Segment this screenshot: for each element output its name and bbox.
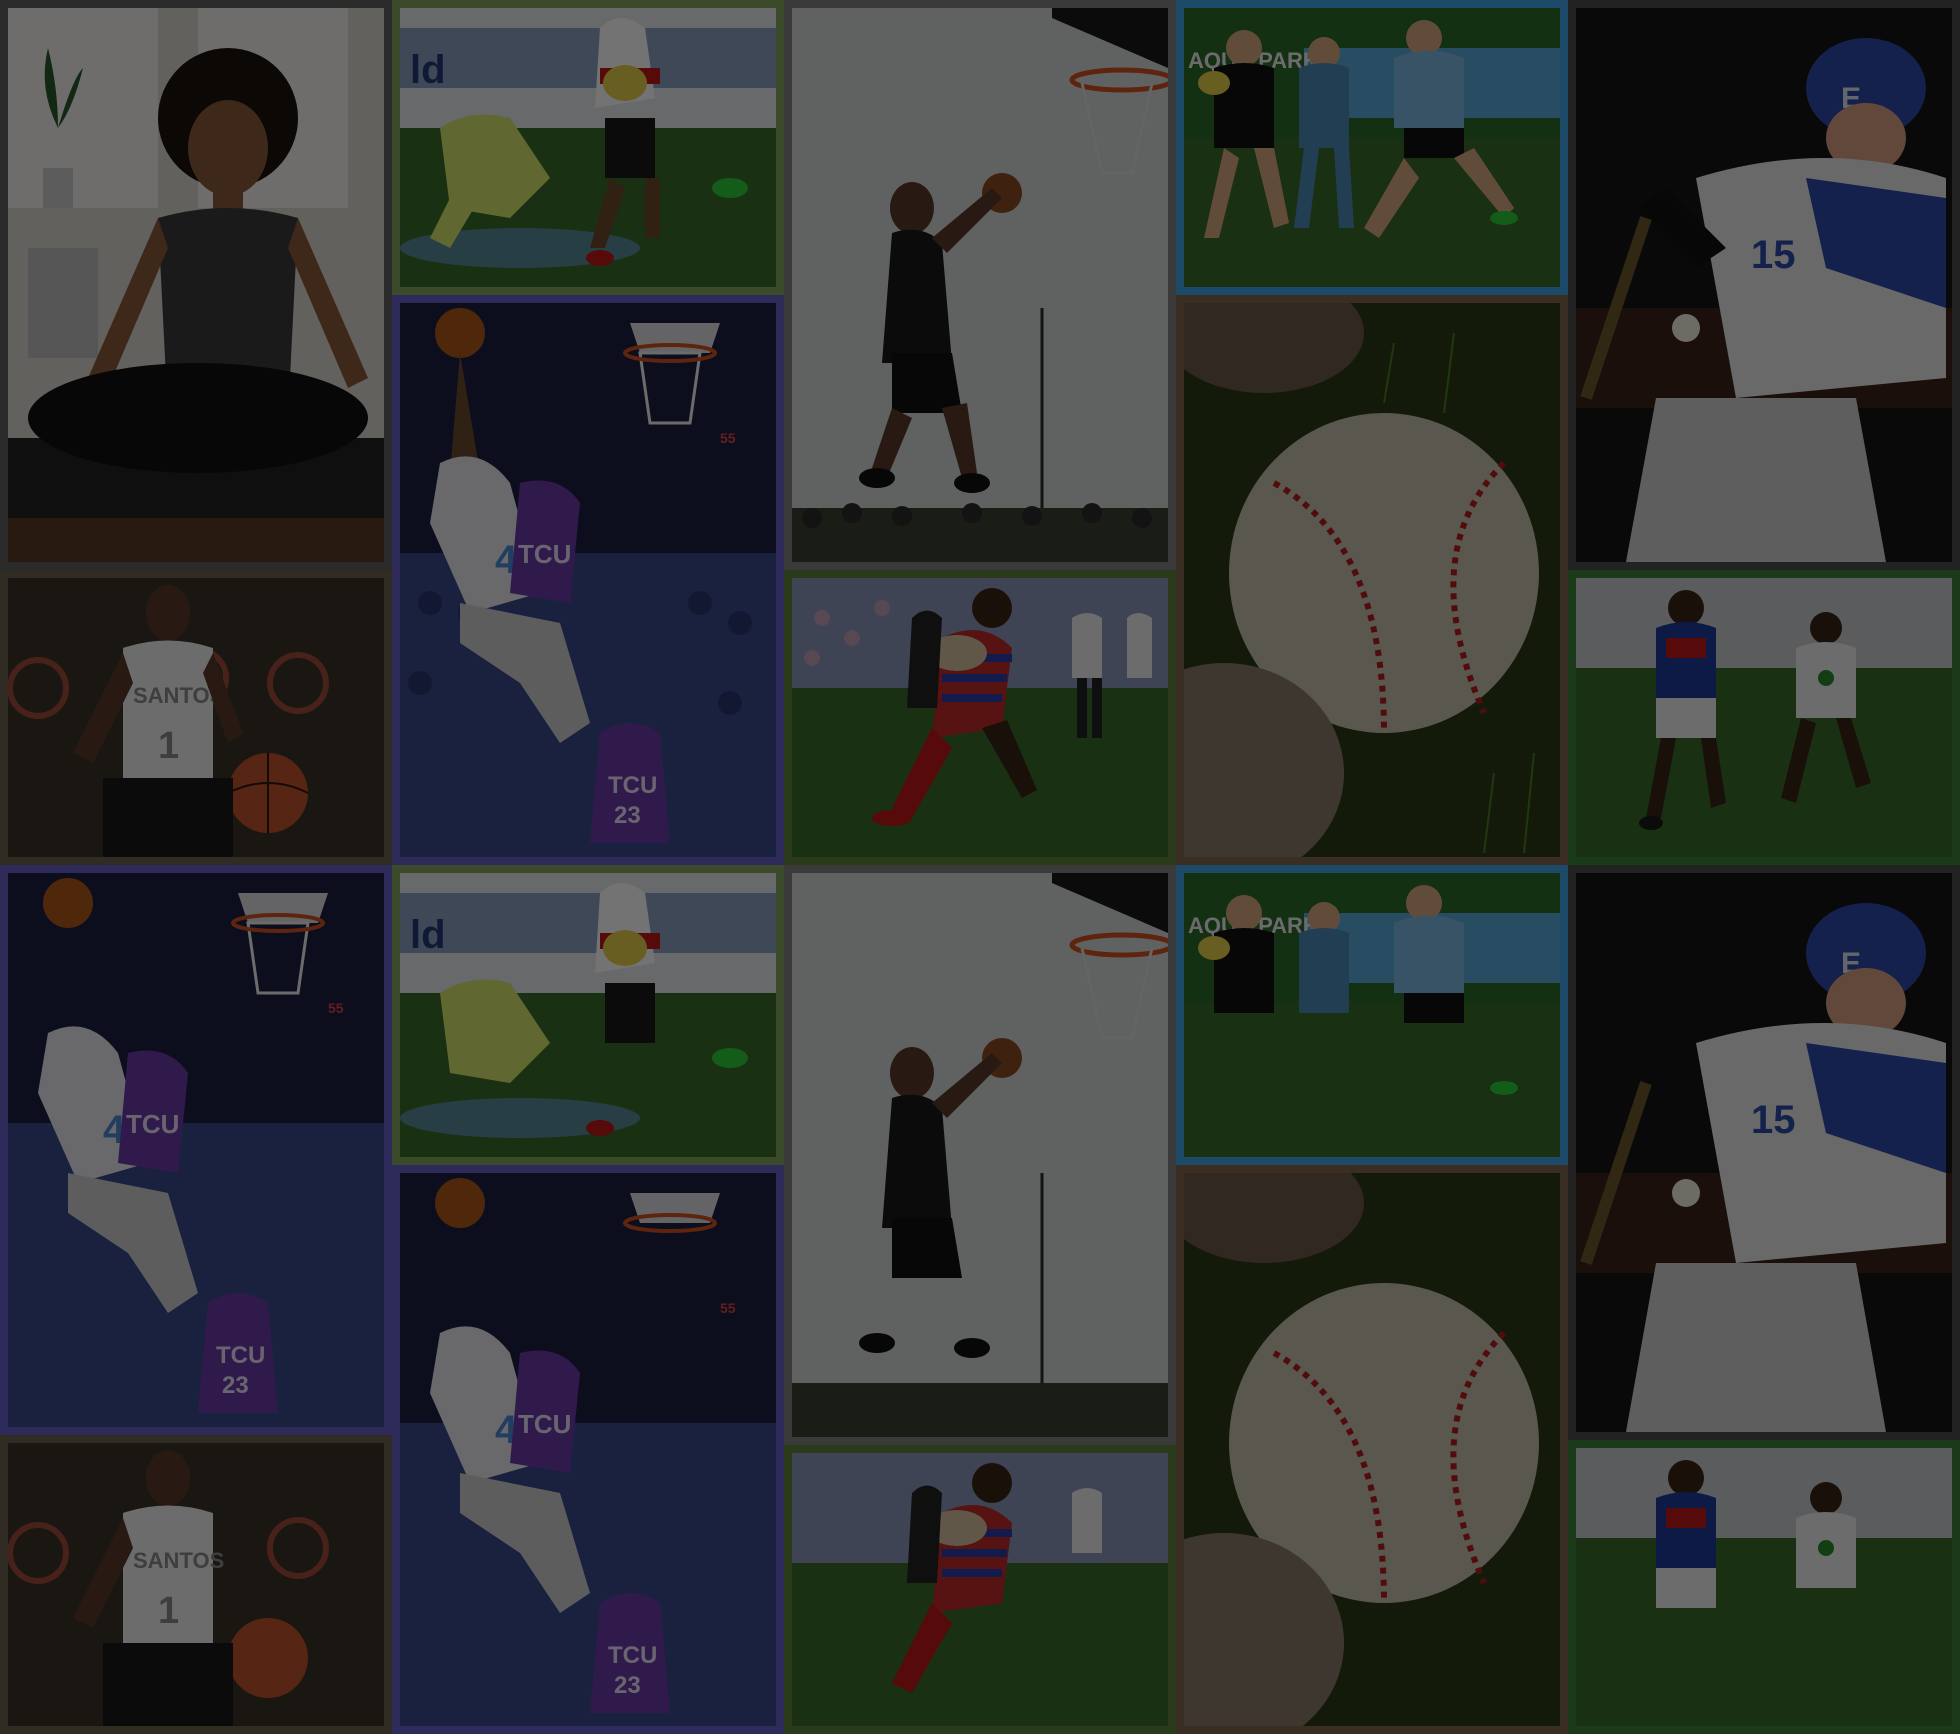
rugby-running-photo-2 (1568, 1440, 1960, 1734)
svg-text:ld: ld (410, 913, 446, 957)
rugby-blue-photo: AQUA PARK (1176, 0, 1568, 295)
scoreboard-digits: 55 (328, 1000, 344, 1016)
tcu-jersey-text-2: TCU (608, 1642, 657, 1669)
jersey-number: 1 (158, 725, 179, 767)
basketball-player-studio-photo: SANTOS 1 (0, 570, 392, 865)
photo-collage: ld 4 TCU TCU 23 55 SANTOS 1 AQUA PARK E … (0, 0, 1960, 1734)
tcu-jersey-text-2: TCU (216, 1342, 265, 1369)
jersey-number: 15 (1751, 233, 1796, 277)
baseball-ball-photo (1176, 295, 1568, 865)
tcu-jersey-text-2: TCU (608, 772, 657, 799)
basketball-player-studio-photo-2: SANTOS 1 (0, 1435, 392, 1734)
baseball-batter-photo-2: E 15 (1568, 865, 1960, 1440)
basketball-outdoor-photo (784, 0, 1176, 570)
basketball-dunk-tcu-photo-3: 4 TCU TCU 23 55 (392, 1165, 784, 1734)
rugby-blue-photo-2: AQUA PARK (1176, 865, 1568, 1165)
rugby-tackle-photo-2 (784, 1445, 1176, 1734)
tcu-jersey-number: 23 (614, 802, 641, 829)
rugby-green-photo-2: ld (392, 865, 784, 1165)
basketball-dunk-tcu-photo: 4 TCU TCU 23 55 (392, 295, 784, 865)
baseball-batter-photo: E 15 (1568, 0, 1960, 570)
rugby-tackle-photo (784, 570, 1176, 865)
tcu-jersey-number: 23 (222, 1372, 249, 1399)
tcu-jersey-number: 23 (614, 1672, 641, 1699)
scoreboard-digits: 55 (720, 1300, 736, 1316)
baseball-ball-photo-2 (1176, 1165, 1568, 1734)
tcu-jersey-text: TCU (518, 539, 571, 569)
tcu-jersey-text: TCU (126, 1109, 179, 1139)
basketball-outdoor-photo-2 (784, 865, 1176, 1445)
tcu-jersey-text: TCU (518, 1409, 571, 1439)
svg-text:ld: ld (410, 48, 446, 92)
rugby-green-photo: ld (392, 0, 784, 295)
meditation-photo (0, 0, 392, 570)
scoreboard-digits: 55 (720, 430, 736, 446)
rugby-running-photo (1568, 570, 1960, 865)
jersey-text: SANTOS (133, 1548, 224, 1573)
basketball-dunk-tcu-photo-2: 4 TCU TCU 23 55 (0, 865, 392, 1435)
jersey-number: 15 (1751, 1098, 1796, 1142)
jersey-number: 1 (158, 1590, 179, 1632)
